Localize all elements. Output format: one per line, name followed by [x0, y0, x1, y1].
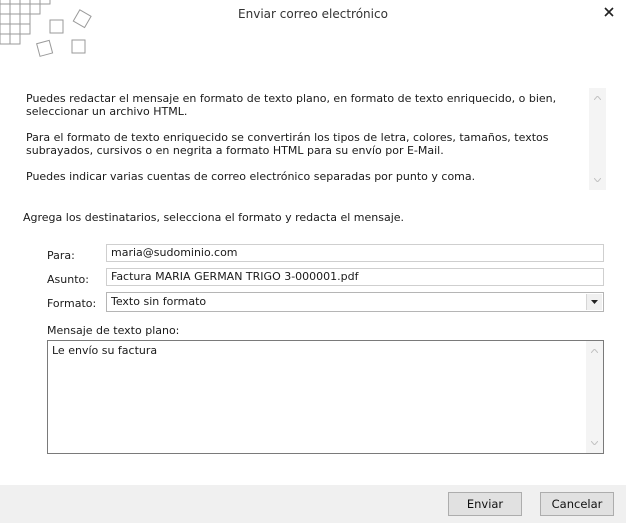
info-paragraph-1: Puedes redactar el mensaje en formato de…: [26, 92, 557, 118]
subject-label: Asunto:: [47, 273, 89, 286]
chevron-down-icon: [591, 300, 598, 304]
info-scrollbar[interactable]: [589, 88, 606, 190]
subject-field[interactable]: Factura MARIA GERMAN TRIGO 3-000001.pdf: [106, 268, 604, 286]
format-selected-value: Texto sin formato: [111, 295, 207, 308]
scroll-down-icon[interactable]: [586, 436, 603, 450]
scroll-up-icon[interactable]: [586, 344, 603, 358]
scroll-down-icon[interactable]: [589, 173, 606, 187]
format-label: Formato:: [47, 297, 97, 310]
form-instructions: Agrega los destinatarios, selecciona el …: [23, 211, 405, 224]
close-button[interactable]: [598, 2, 620, 22]
to-label: Para:: [47, 249, 75, 262]
scroll-up-icon[interactable]: [589, 91, 606, 105]
to-field[interactable]: maria@sudominio.com: [106, 244, 604, 262]
message-label: Mensaje de texto plano:: [47, 324, 180, 337]
close-icon: [604, 7, 614, 17]
dialog-footer: Enviar Cancelar: [0, 485, 626, 523]
format-select[interactable]: Texto sin formato: [106, 292, 604, 312]
message-text: Le envío su factura: [52, 344, 158, 357]
cancel-button[interactable]: Cancelar: [540, 492, 614, 516]
info-paragraph-2: Para el formato de texto enriquecido se …: [26, 131, 549, 157]
send-button[interactable]: Enviar: [448, 492, 522, 516]
info-text-panel: Puedes redactar el mensaje en formato de…: [20, 88, 606, 190]
window-title: Enviar correo electrónico: [238, 7, 388, 21]
dropdown-button[interactable]: [586, 294, 602, 310]
message-scrollbar[interactable]: [586, 341, 603, 453]
info-paragraph-3: Puedes indicar varias cuentas de correo …: [26, 170, 476, 183]
message-textarea[interactable]: Le envío su factura: [47, 340, 604, 454]
